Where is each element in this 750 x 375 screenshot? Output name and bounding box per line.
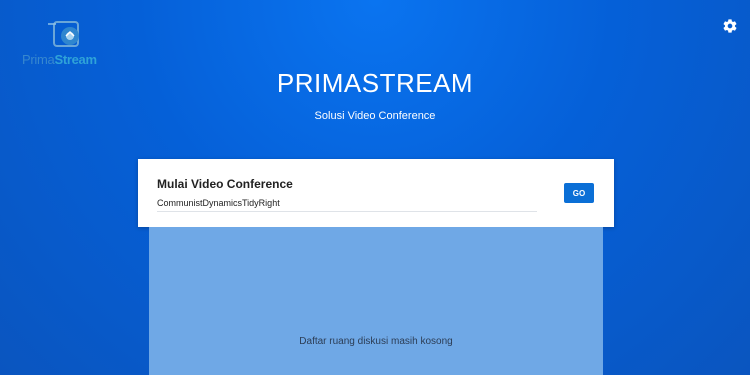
card-title: Mulai Video Conference [157, 177, 293, 191]
page-title: PRIMASTREAM [276, 68, 474, 98]
logo-mark-icon [48, 21, 79, 47]
start-conference-card: Mulai Video Conference GO [138, 159, 614, 227]
page-subtitle: Solusi Video Conference [314, 110, 436, 122]
gear-icon[interactable] [722, 18, 738, 34]
go-button[interactable]: GO [564, 183, 594, 203]
room-name-input[interactable] [157, 195, 537, 212]
room-list-panel: Daftar ruang diskusi masih kosong [149, 227, 603, 375]
logo-wordmark: PrimaStream [22, 52, 97, 67]
empty-room-list-message: Daftar ruang diskusi masih kosong [299, 336, 453, 347]
brand-logo: PrimaStream [22, 18, 118, 68]
